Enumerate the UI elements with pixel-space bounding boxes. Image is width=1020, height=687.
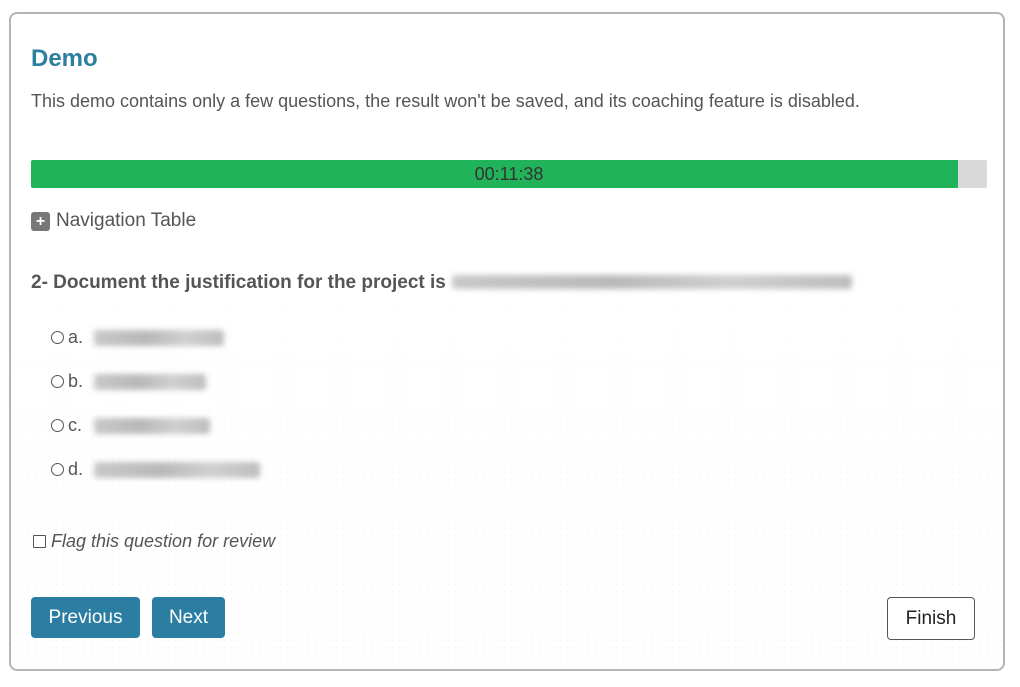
navigation-table-toggle[interactable]: + Navigation Table: [31, 210, 196, 232]
option-c-radio[interactable]: [51, 419, 64, 432]
option-d-radio[interactable]: [51, 463, 64, 476]
demo-description: This demo contains only a few questions,…: [31, 91, 860, 111]
navigation-table-label: Navigation Table: [56, 210, 197, 231]
option-a-redacted-text: [94, 329, 224, 346]
option-d-redacted-text: [94, 461, 260, 478]
timer-progress-bar: 00:11:38: [31, 160, 987, 188]
page-title: Demo: [31, 45, 98, 72]
option-b-radio[interactable]: [51, 375, 64, 388]
question-text: 2- Document the justification for the pr…: [31, 272, 852, 294]
flag-for-review[interactable]: Flag this question for review: [33, 531, 275, 552]
option-c-redacted-text: [94, 417, 210, 434]
previous-button[interactable]: Previous: [31, 597, 140, 638]
quiz-panel: Demo This demo contains only a few quest…: [9, 12, 1005, 671]
option-a-letter: a.: [68, 327, 84, 347]
option-d[interactable]: d.: [51, 459, 260, 480]
question-redacted-text: [451, 274, 852, 289]
question-prefix: 2- Document the justification for the pr…: [31, 272, 446, 293]
option-c[interactable]: c.: [51, 415, 210, 436]
option-c-letter: c.: [68, 415, 83, 435]
option-b[interactable]: b.: [51, 371, 206, 392]
flag-label: Flag this question for review: [51, 531, 276, 551]
flag-checkbox[interactable]: [33, 535, 46, 548]
option-b-redacted-text: [94, 373, 206, 390]
option-a-radio[interactable]: [51, 331, 64, 344]
finish-button[interactable]: Finish: [887, 597, 975, 640]
option-b-letter: b.: [68, 371, 84, 391]
option-a[interactable]: a.: [51, 327, 224, 348]
timer-text: 00:11:38: [474, 164, 544, 184]
next-button[interactable]: Next: [152, 597, 225, 638]
plus-icon: +: [31, 211, 50, 231]
option-d-letter: d.: [68, 459, 84, 479]
